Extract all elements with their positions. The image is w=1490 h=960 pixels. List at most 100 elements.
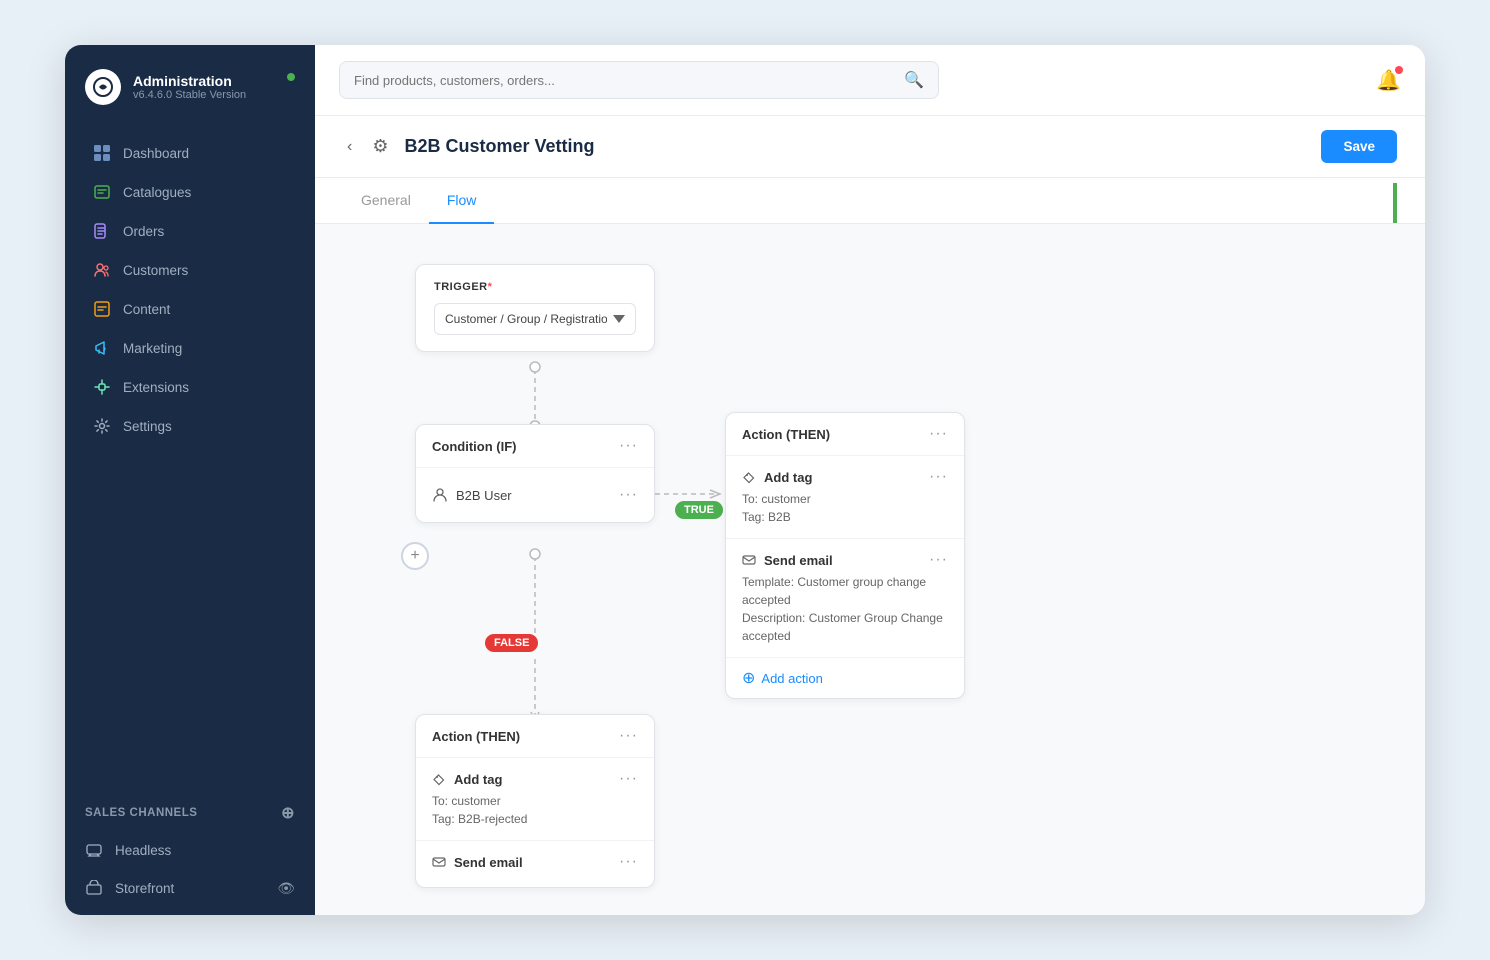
storefront-label: Storefront	[115, 881, 174, 896]
tab-flow[interactable]: Flow	[429, 178, 495, 224]
settings-icon	[93, 417, 111, 435]
action-add-tag-right: Add tag ··· To: customerTag: B2B	[726, 456, 964, 539]
condition-item-menu[interactable]: ···	[619, 486, 638, 504]
page-header: ‹ ⚙ B2B Customer Vetting Save	[315, 116, 1425, 178]
customers-label: Customers	[123, 263, 188, 278]
action-node-right: Action (THEN) ··· Add tag ··· To: custom	[725, 412, 965, 699]
action-add-tag-bottom-title: Add tag	[432, 772, 502, 787]
tag-icon-bottom	[432, 772, 446, 786]
sidebar-item-orders[interactable]: Orders	[73, 212, 307, 250]
add-channel-button[interactable]: ⊕	[281, 803, 295, 823]
sidebar-item-headless[interactable]: Headless	[65, 831, 315, 869]
action-right-header: Action (THEN) ···	[726, 413, 964, 456]
tab-right-indicator	[1393, 183, 1397, 223]
send-email-right-menu[interactable]: ···	[929, 551, 948, 569]
extensions-icon	[93, 378, 111, 396]
condition-node-header: Condition (IF) ···	[416, 425, 654, 468]
condition-item-label: B2B User	[456, 488, 512, 503]
condition-body: B2B User ···	[416, 468, 654, 522]
sidebar-item-settings[interactable]: Settings	[73, 407, 307, 445]
trigger-required: *	[488, 281, 493, 293]
sales-channels-header: Sales Channels ⊕	[65, 795, 315, 831]
topbar-icons: 🔔	[1376, 68, 1401, 93]
headless-label: Headless	[115, 843, 171, 858]
add-tag-bottom-menu[interactable]: ···	[619, 770, 638, 788]
add-node-button[interactable]: +	[401, 542, 429, 570]
action-add-tag-bottom-header: Add tag ···	[432, 770, 638, 788]
sidebar: Administration v6.4.6.0 Stable Version D…	[65, 45, 315, 915]
marketing-icon	[93, 339, 111, 357]
add-action-right-link[interactable]: ⊕ Add action	[726, 658, 964, 698]
trigger-select[interactable]: Customer / Group / Registration / Acce..…	[434, 303, 636, 335]
add-action-plus-icon: ⊕	[742, 668, 755, 688]
storefront-icon	[85, 879, 103, 897]
headless-icon	[85, 841, 103, 859]
sidebar-item-content[interactable]: Content	[73, 290, 307, 328]
sidebar-item-customers[interactable]: Customers	[73, 251, 307, 289]
tag-icon	[742, 470, 756, 484]
back-button[interactable]: ‹	[343, 134, 356, 160]
add-tag-bottom-detail: To: customerTag: B2B-rejected	[432, 792, 638, 828]
action-bottom-title: Action (THEN)	[432, 729, 520, 744]
tabs-bar: General Flow	[315, 178, 1425, 224]
sidebar-item-dashboard[interactable]: Dashboard	[73, 134, 307, 172]
action-send-email-right-title: Send email	[742, 553, 833, 568]
flow-canvas[interactable]: TRIGGER* Customer / Group / Registration…	[315, 224, 1425, 915]
content-icon	[93, 300, 111, 318]
extensions-label: Extensions	[123, 380, 189, 395]
condition-menu-button[interactable]: ···	[619, 437, 638, 455]
action-send-email-bottom-title: Send email	[432, 855, 523, 870]
action-add-tag-right-title: Add tag	[742, 470, 812, 485]
notification-bell[interactable]: 🔔	[1376, 68, 1401, 93]
search-input[interactable]	[354, 73, 896, 88]
topbar: 🔍 🔔	[315, 45, 1425, 116]
badge-false: FALSE	[485, 634, 538, 652]
page-title: B2B Customer Vetting	[404, 136, 594, 157]
sidebar-header: Administration v6.4.6.0 Stable Version	[65, 45, 315, 125]
action-bottom-menu[interactable]: ···	[619, 727, 638, 745]
sidebar-item-extensions[interactable]: Extensions	[73, 368, 307, 406]
dashboard-icon	[93, 144, 111, 162]
action-right-menu[interactable]: ···	[929, 425, 948, 443]
sidebar-item-marketing[interactable]: Marketing	[73, 329, 307, 367]
add-tag-right-menu[interactable]: ···	[929, 468, 948, 486]
badge-true: TRUE	[675, 501, 723, 519]
orders-label: Orders	[123, 224, 164, 239]
trigger-label: TRIGGER*	[434, 281, 636, 293]
catalogues-icon	[93, 183, 111, 201]
settings-label: Settings	[123, 419, 172, 434]
page-settings-button[interactable]: ⚙	[368, 132, 392, 161]
marketing-label: Marketing	[123, 341, 182, 356]
page-header-left: ‹ ⚙ B2B Customer Vetting	[343, 132, 595, 161]
email-icon	[742, 553, 756, 567]
action-right-title: Action (THEN)	[742, 427, 830, 442]
action-send-email-bottom: Send email ···	[416, 841, 654, 887]
action-add-tag-bottom: Add tag ··· To: customerTag: B2B-rejecte…	[416, 758, 654, 841]
send-email-right-detail: Template: Customer group change accepted…	[742, 573, 948, 645]
sidebar-title: Administration	[133, 73, 246, 89]
action-send-email-bottom-header: Send email ···	[432, 853, 638, 871]
sidebar-item-storefront[interactable]: Storefront 👁	[65, 869, 315, 907]
email-icon-bottom	[432, 855, 446, 869]
send-email-bottom-menu[interactable]: ···	[619, 853, 638, 871]
action-node-bottom: Action (THEN) ··· Add tag ··· To: custom	[415, 714, 655, 888]
status-dot	[287, 73, 295, 81]
sidebar-title-block: Administration v6.4.6.0 Stable Version	[133, 73, 246, 101]
sidebar-item-catalogues[interactable]: Catalogues	[73, 173, 307, 211]
sales-channels-label: Sales Channels	[85, 807, 197, 819]
notification-badge	[1395, 66, 1403, 74]
tab-general[interactable]: General	[343, 178, 429, 224]
eye-icon[interactable]: 👁	[277, 880, 295, 897]
sidebar-nav: Dashboard Catalogues Orders	[65, 125, 315, 787]
sidebar-subtitle: v6.4.6.0 Stable Version	[133, 89, 246, 101]
condition-row: B2B User ···	[432, 478, 638, 512]
action-send-email-right: Send email ··· Template: Customer group …	[726, 539, 964, 658]
save-button[interactable]: Save	[1321, 130, 1397, 163]
add-tag-right-detail: To: customerTag: B2B	[742, 490, 948, 526]
headless-item-left: Headless	[85, 841, 171, 859]
search-icon: 🔍	[904, 70, 924, 90]
condition-title: Condition (IF)	[432, 439, 516, 454]
main-content: 🔍 🔔 ‹ ⚙ B2B Customer Vetting Save Genera…	[315, 45, 1425, 915]
condition-node: Condition (IF) ··· B2B User ···	[415, 424, 655, 523]
app-container: Administration v6.4.6.0 Stable Version D…	[65, 45, 1425, 915]
